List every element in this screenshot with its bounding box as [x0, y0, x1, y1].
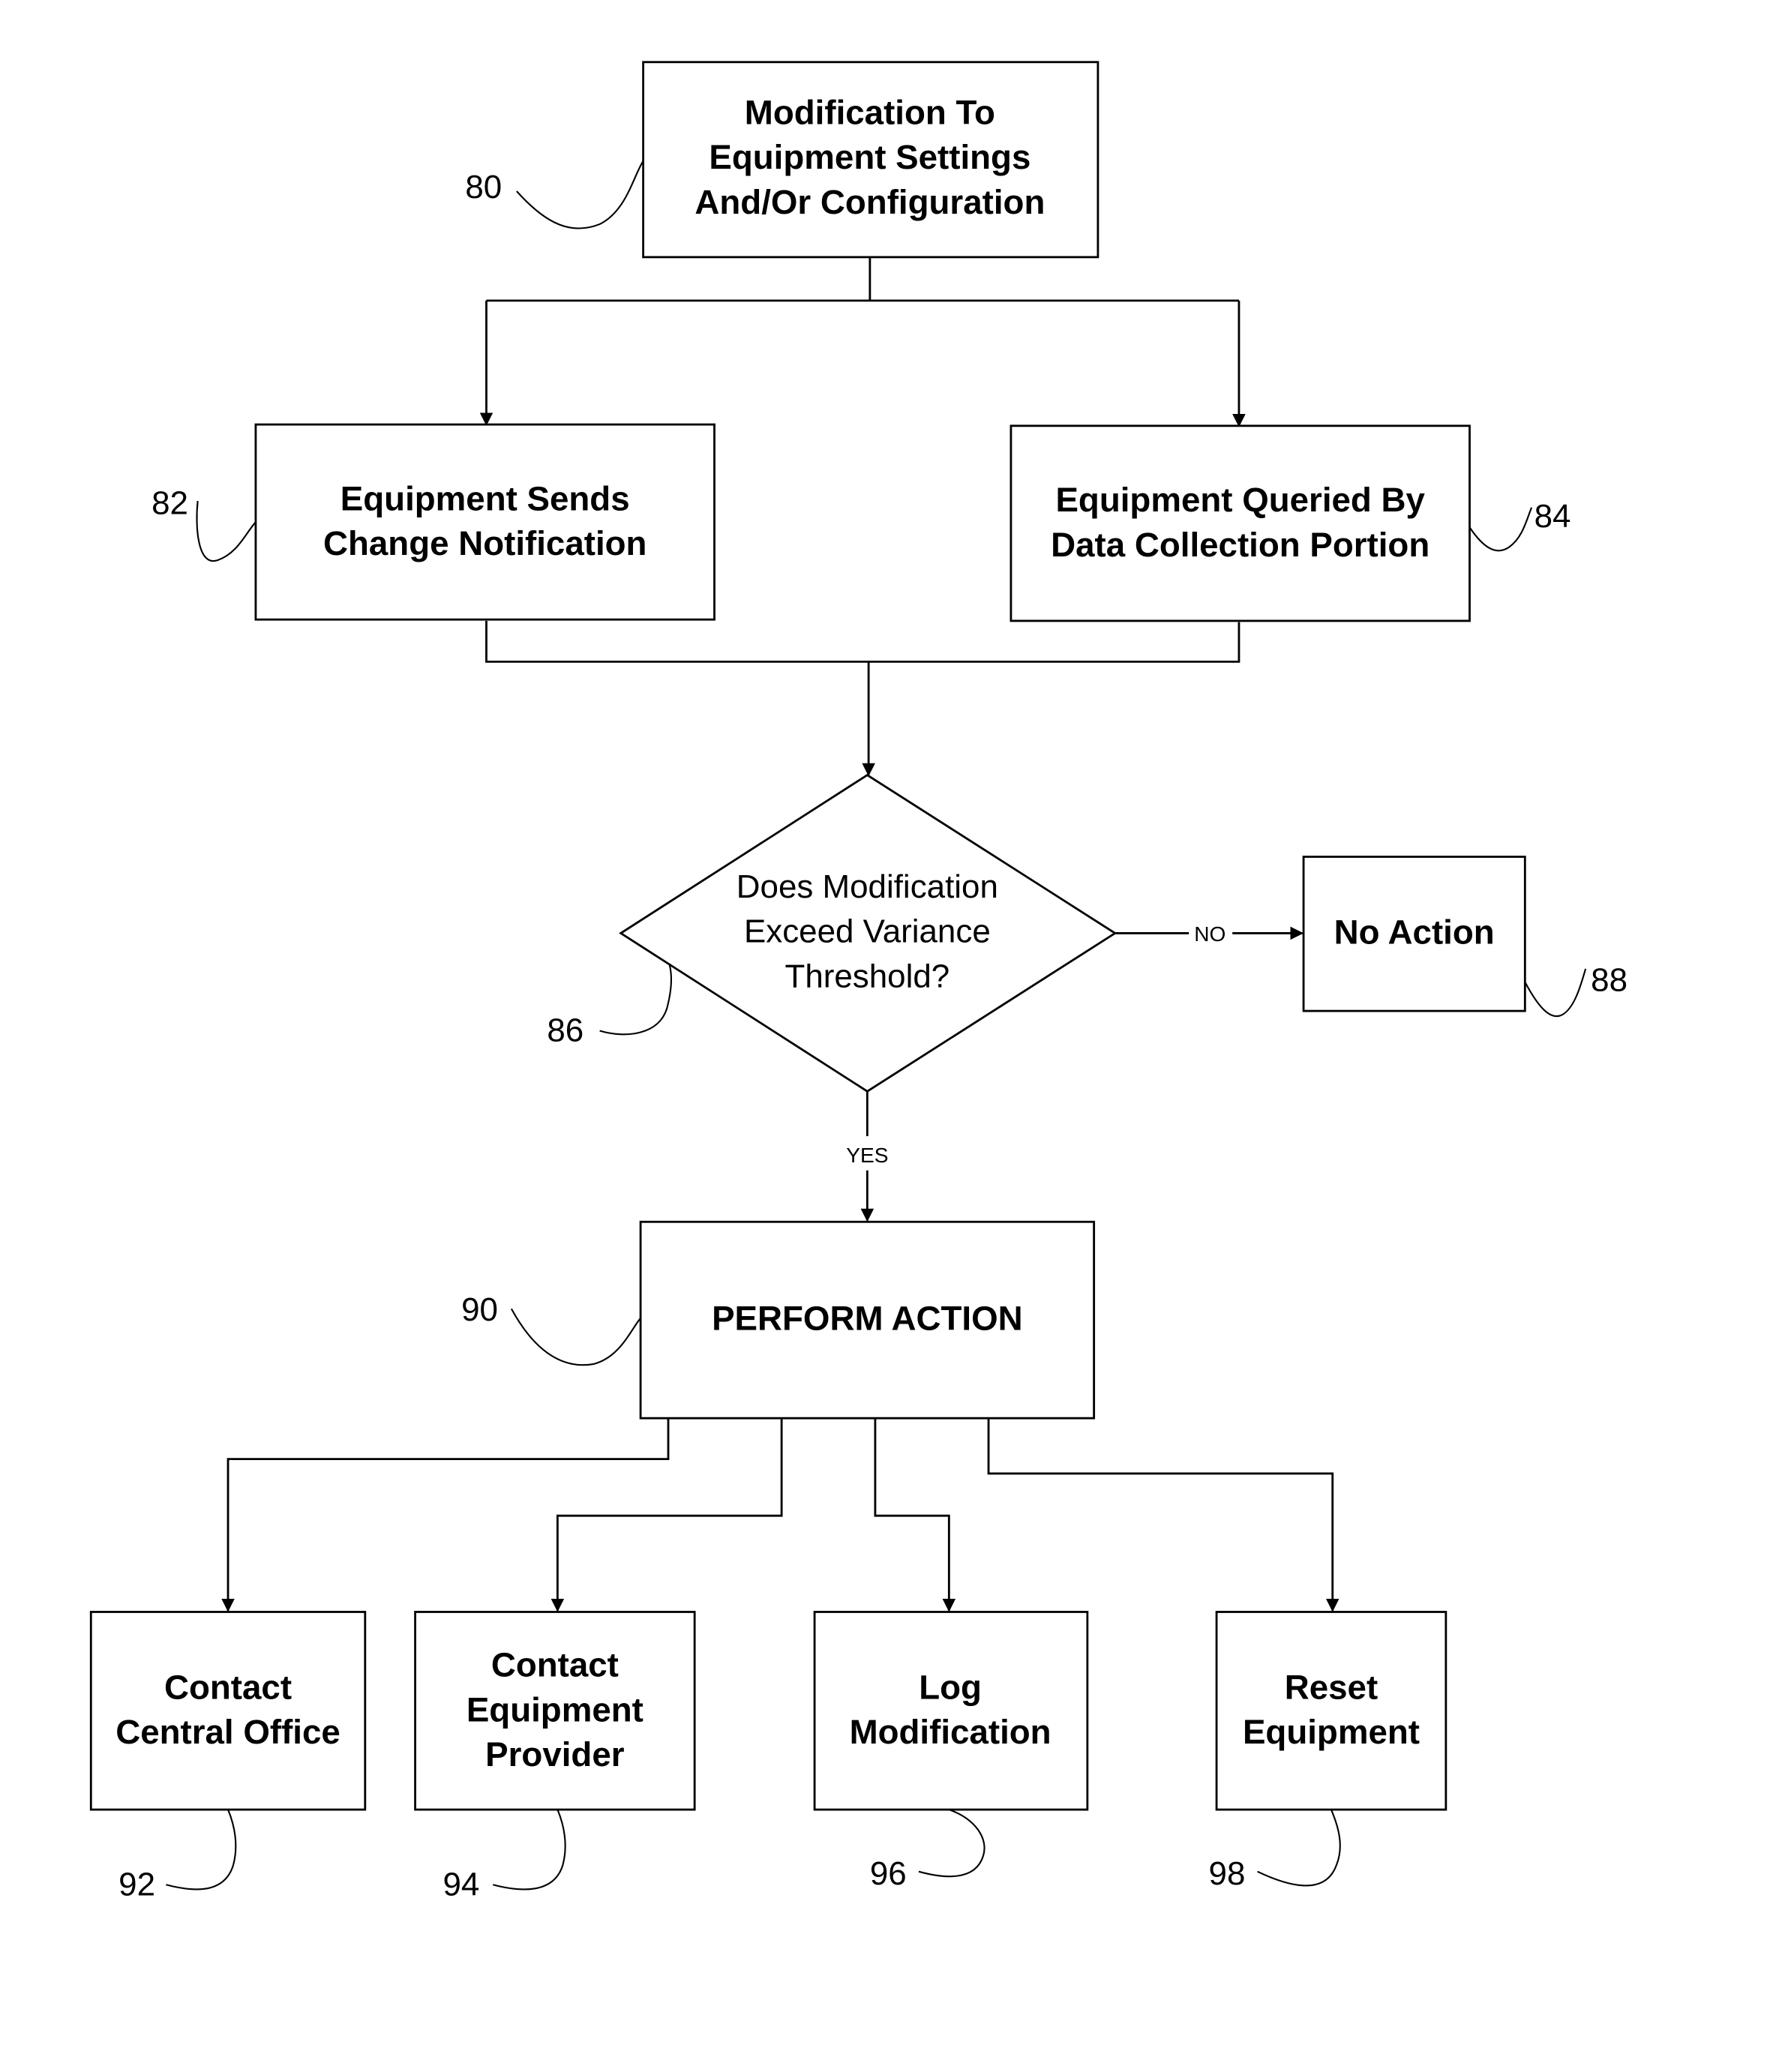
svg-text:PERFORM ACTION: PERFORM ACTION — [712, 1299, 1023, 1337]
node-92: Contact Central Office 92 — [89, 1611, 367, 1903]
edge-merge — [485, 620, 1240, 775]
svg-text:Provider: Provider — [485, 1735, 625, 1774]
svg-text:Equipment: Equipment — [1243, 1713, 1420, 1751]
ref-98: 98 — [1209, 1855, 1246, 1892]
node-82: Equipment Sends Change Notification 82 — [152, 423, 716, 621]
ref-90: 90 — [461, 1291, 498, 1328]
svg-text:Reset: Reset — [1285, 1668, 1378, 1706]
no-label: NO — [1194, 922, 1226, 946]
svg-text:Exceed Variance: Exceed Variance — [744, 913, 991, 950]
ref-82: 82 — [152, 485, 188, 522]
yes-label: YES — [846, 1144, 888, 1167]
svg-text:Threshold?: Threshold? — [784, 958, 950, 994]
ref-96: 96 — [870, 1855, 907, 1892]
svg-text:Modification: Modification — [850, 1713, 1052, 1751]
ref-94: 94 — [442, 1866, 479, 1903]
svg-text:Data Collection Portion: Data Collection Portion — [1051, 526, 1430, 564]
svg-text:Equipment: Equipment — [466, 1690, 644, 1729]
ref-80: 80 — [465, 169, 502, 205]
svg-text:Equipment Settings: Equipment Settings — [709, 138, 1030, 176]
svg-text:Does Modification: Does Modification — [736, 868, 998, 905]
svg-text:Change Notification: Change Notification — [323, 524, 647, 562]
svg-text:Contact: Contact — [491, 1646, 619, 1684]
edge-to-92 — [221, 1418, 670, 1612]
ref-86: 86 — [547, 1012, 584, 1049]
ref-88: 88 — [1591, 962, 1628, 999]
flowchart: NO YES Modification To Equipment Setting… — [89, 61, 1628, 1903]
leader-88 — [1524, 968, 1587, 1018]
edge-to-98 — [987, 1418, 1340, 1612]
ref-92: 92 — [118, 1866, 155, 1903]
leader-82 — [196, 500, 256, 562]
leader-84 — [1468, 507, 1533, 552]
node-88: No Action 88 — [1302, 856, 1628, 1018]
svg-text:Log: Log — [919, 1668, 982, 1706]
svg-text:Equipment Sends: Equipment Sends — [340, 479, 630, 517]
node-90: PERFORM ACTION 90 — [461, 1220, 1096, 1420]
svg-text:And/Or Configuration: And/Or Configuration — [694, 183, 1045, 221]
leader-96 — [918, 1809, 986, 1878]
node-96: Log Modification 96 — [813, 1611, 1089, 1892]
edge-to-94 — [550, 1418, 783, 1612]
edge-to-96 — [874, 1418, 956, 1612]
svg-text:Central Office: Central Office — [116, 1713, 340, 1751]
edge-80-split — [486, 256, 1239, 302]
svg-text:Contact: Contact — [164, 1668, 292, 1706]
node-84: Equipment Queried By Data Collection Por… — [1010, 424, 1571, 622]
node-98: Reset Equipment 98 — [1209, 1611, 1448, 1892]
leader-80 — [516, 160, 644, 229]
leader-94 — [492, 1809, 566, 1891]
leader-92 — [166, 1809, 237, 1891]
leader-86 — [599, 964, 673, 1036]
ref-84: 84 — [1534, 498, 1571, 535]
node-86: Does Modification Exceed Variance Thresh… — [547, 773, 1118, 1093]
svg-text:No Action: No Action — [1334, 913, 1495, 951]
leader-90 — [510, 1308, 641, 1366]
svg-text:Equipment Queried By: Equipment Queried By — [1055, 481, 1425, 519]
node-80: Modification To Equipment Settings And/O… — [465, 61, 1100, 259]
node-94: Contact Equipment Provider 94 — [414, 1611, 696, 1903]
leader-98 — [1257, 1809, 1341, 1887]
svg-text:Modification To: Modification To — [745, 93, 995, 131]
